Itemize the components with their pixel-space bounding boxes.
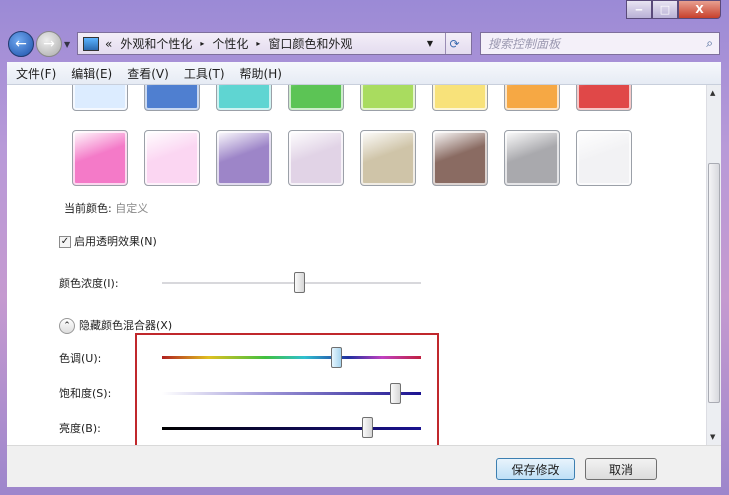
brightness-slider-thumb[interactable]: [361, 417, 373, 438]
color-swatch[interactable]: [360, 130, 416, 186]
intensity-slider[interactable]: [162, 282, 421, 284]
breadcrumb-separator[interactable]: ▸: [200, 39, 204, 48]
save-button[interactable]: 保存修改: [496, 458, 575, 480]
chevron-up-icon[interactable]: ⌃: [59, 318, 75, 334]
search-placeholder: 搜索控制面板: [488, 37, 561, 51]
window-frame: ‒ □ X ← → ▼ « 外观和个性化 ▸ 个性化 ▸ 窗口颜色和外观 ▼ ⟳…: [0, 0, 729, 495]
address-bar[interactable]: « 外观和个性化 ▸ 个性化 ▸ 窗口颜色和外观 ▼ ⟳: [77, 32, 472, 55]
window-controls: ‒ □ X: [626, 0, 721, 19]
arrow-right-icon: →: [43, 36, 55, 52]
color-swatch[interactable]: [288, 85, 344, 111]
color-swatch[interactable]: [432, 130, 488, 186]
saturation-slider-thumb[interactable]: [390, 383, 402, 404]
color-swatch[interactable]: [360, 85, 416, 111]
color-swatch[interactable]: [432, 85, 488, 111]
color-swatch[interactable]: [72, 130, 128, 186]
saturation-slider[interactable]: [162, 392, 421, 395]
scrollbar-thumb[interactable]: [708, 163, 720, 403]
color-swatch[interactable]: [288, 130, 344, 186]
current-color: 当前颜色: 自定义: [64, 200, 148, 216]
refresh-icon: ⟳: [449, 36, 460, 51]
menu-tools[interactable]: 工具(T): [184, 65, 225, 82]
color-swatch[interactable]: [576, 85, 632, 111]
color-swatch[interactable]: [72, 85, 128, 111]
color-swatch[interactable]: [216, 130, 272, 186]
breadcrumb-separator[interactable]: ▸: [256, 39, 260, 48]
refresh-button[interactable]: ⟳: [445, 33, 471, 54]
hue-slider[interactable]: [162, 356, 421, 359]
color-swatch[interactable]: [576, 130, 632, 186]
color-swatch[interactable]: [216, 85, 272, 111]
menu-edit[interactable]: 编辑(E): [71, 65, 112, 82]
hue-slider-thumb[interactable]: [330, 347, 342, 368]
address-dropdown-icon[interactable]: ▼: [427, 39, 433, 48]
scroll-down-icon[interactable]: ▼: [710, 433, 715, 441]
content-pane: 当前颜色: 自定义 ✓ 启用透明效果(N) 颜色浓度(I): ⌃ 隐藏颜色混合器(X…: [7, 85, 721, 445]
minimize-button[interactable]: ‒: [626, 0, 652, 19]
hue-label: 色调(U):: [59, 352, 102, 365]
search-icon[interactable]: ⌕: [706, 36, 713, 51]
brightness-label: 亮度(B):: [59, 422, 101, 435]
search-input[interactable]: 搜索控制面板 ⌕: [480, 32, 720, 55]
current-color-value: 自定义: [115, 202, 149, 215]
control-panel-icon: [83, 36, 99, 51]
checkbox-checked-icon[interactable]: ✓: [59, 236, 71, 248]
color-swatch[interactable]: [504, 85, 560, 111]
vertical-scrollbar[interactable]: ▲ ▼: [706, 85, 721, 445]
color-swatch[interactable]: [144, 130, 200, 186]
arrow-left-icon: ←: [15, 36, 27, 52]
cancel-button[interactable]: 取消: [585, 458, 657, 480]
transparency-label: 启用透明效果(N): [74, 235, 157, 248]
transparency-checkbox[interactable]: ✓ 启用透明效果(N): [59, 233, 157, 249]
recent-pages-dropdown[interactable]: ▼: [64, 40, 70, 49]
breadcrumb-item[interactable]: 外观和个性化: [120, 35, 192, 52]
maximize-button[interactable]: □: [652, 0, 678, 19]
intensity-label: 颜色浓度(I):: [59, 277, 119, 290]
intensity-slider-thumb[interactable]: [294, 272, 306, 293]
brightness-slider[interactable]: [162, 427, 421, 430]
breadcrumb-item[interactable]: 窗口颜色和外观: [268, 35, 352, 52]
mixer-toggle-label: 隐藏颜色混合器(X): [79, 319, 173, 332]
menu-bar: 文件(F) 编辑(E) 查看(V) 工具(T) 帮助(H): [7, 62, 721, 85]
menu-file[interactable]: 文件(F): [16, 65, 56, 82]
current-color-label: 当前颜色:: [64, 202, 112, 215]
menu-help[interactable]: 帮助(H): [240, 65, 282, 82]
breadcrumb-item[interactable]: 个性化: [212, 35, 248, 52]
forward-button[interactable]: →: [36, 31, 62, 57]
color-swatch[interactable]: [504, 130, 560, 186]
close-button[interactable]: X: [678, 0, 721, 19]
mixer-toggle[interactable]: ⌃ 隐藏颜色混合器(X): [59, 317, 172, 334]
scroll-up-icon[interactable]: ▲: [710, 89, 715, 97]
address-prefix[interactable]: «: [105, 37, 112, 51]
back-button[interactable]: ←: [8, 31, 34, 57]
button-bar: 保存修改 取消: [7, 445, 721, 487]
saturation-label: 饱和度(S):: [59, 387, 112, 400]
color-swatch[interactable]: [144, 85, 200, 111]
menu-view[interactable]: 查看(V): [127, 65, 169, 82]
nav-buttons: ← → ▼: [8, 31, 70, 57]
